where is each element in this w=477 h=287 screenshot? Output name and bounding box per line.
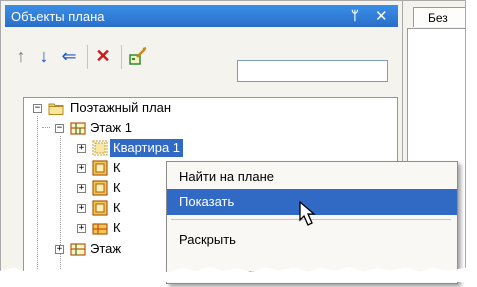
tree-node-label: Этаж 1 [90, 120, 132, 135]
panel-title-bar: Объекты плана ᛘ ✕ [5, 5, 398, 27]
expand-icon[interactable]: + [77, 184, 86, 193]
arrow-down-icon: ↓ [39, 46, 49, 66]
collapse-icon[interactable]: − [55, 124, 64, 133]
tree-node-label: Квартира 1 [110, 139, 184, 157]
toolbar-separator [87, 45, 88, 69]
tree-node-apartment-1[interactable]: + Квартира 1 [24, 138, 394, 158]
tree-node-label: К [113, 180, 121, 195]
apartment-icon [92, 200, 108, 216]
tree-node-label: Этаж [90, 241, 122, 256]
apartment-icon [92, 223, 108, 235]
menu-item-label: Найти на плане [179, 169, 274, 184]
tab-label: Без [428, 11, 448, 25]
properties-button[interactable] [128, 44, 148, 68]
properties-icon [129, 47, 147, 65]
panel-title: Объекты плана [11, 9, 105, 24]
expand-icon[interactable]: + [55, 245, 64, 254]
tree-node-floor-1[interactable]: − Этаж 1 [24, 118, 394, 138]
expand-icon[interactable]: + [77, 164, 86, 173]
arrow-left-icon: ⇐ [61, 46, 77, 66]
tree-node-label: Поэтажный план [70, 100, 172, 115]
expand-icon[interactable]: + [77, 144, 86, 153]
move-left-button[interactable]: ⇐ [59, 44, 79, 68]
mouse-cursor-icon [299, 200, 316, 226]
menu-item-label: Раскрыть [179, 232, 236, 247]
delete-button[interactable]: ✕ [93, 44, 113, 68]
tree-node-label: К [113, 220, 121, 235]
tree-node-label: К [113, 160, 121, 175]
expand-icon[interactable]: + [77, 224, 86, 233]
menu-item-find-on-plan[interactable]: Найти на плане [167, 164, 457, 190]
folder-icon [48, 103, 64, 115]
move-up-button[interactable]: ↑ [11, 44, 31, 68]
toolbar-separator [121, 45, 122, 69]
floor-icon [70, 243, 86, 256]
apartment-icon [92, 140, 108, 156]
menu-item-label: Показать [179, 194, 235, 209]
tree-node-label: К [113, 200, 121, 215]
tree-node-root[interactable]: − Поэтажный план [24, 98, 394, 118]
delete-icon: ✕ [95, 46, 111, 66]
arrow-up-icon: ↑ [16, 46, 26, 66]
search-input[interactable] [237, 60, 388, 82]
tab-document[interactable]: Без [413, 7, 465, 27]
apartment-icon [92, 180, 108, 196]
move-down-button[interactable]: ↓ [34, 44, 54, 68]
pin-icon[interactable]: ᛘ [351, 8, 359, 23]
close-icon[interactable]: ✕ [375, 7, 388, 25]
collapse-icon[interactable]: − [33, 104, 42, 113]
expand-icon[interactable]: + [77, 204, 86, 213]
floor-icon [70, 122, 86, 135]
apartment-icon [92, 160, 108, 176]
panel-toolbar: ↑ ↓ ⇐ ✕ [5, 35, 398, 82]
